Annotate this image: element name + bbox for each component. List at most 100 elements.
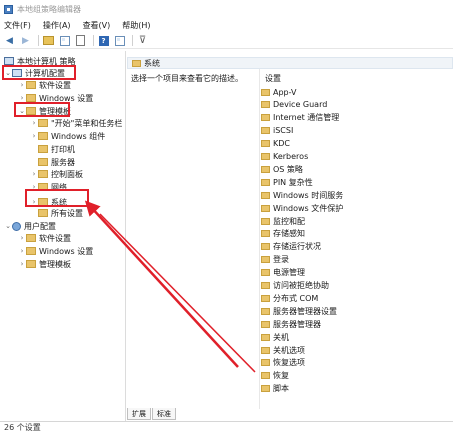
setting-folder-item[interactable]: OS 策略 (261, 163, 303, 175)
expand-icon[interactable]: › (30, 119, 38, 127)
tree-printers[interactable]: 打印机 (38, 143, 75, 155)
setting-folder-item[interactable]: Kerberos (261, 151, 308, 163)
setting-label: PIN 复杂性 (273, 177, 313, 187)
folder-icon (261, 372, 270, 380)
arrow-right-icon[interactable]: ▶ (19, 34, 32, 47)
setting-folder-item[interactable]: 恢复 (261, 370, 289, 382)
expand-icon[interactable]: › (18, 94, 26, 102)
setting-folder-item[interactable]: 关机 (261, 331, 289, 343)
highlight-computer-config (2, 65, 76, 80)
status-bar: 26 个设置 (0, 421, 453, 433)
setting-label: 电源管理 (273, 268, 305, 278)
menu-file[interactable]: 文件(F) (4, 20, 31, 31)
title-bar: 本地组策略编辑器 (0, 0, 453, 18)
setting-label: KDC (273, 139, 290, 149)
setting-folder-item[interactable]: 存储运行状况 (261, 241, 321, 253)
folder-icon (261, 333, 270, 341)
setting-label: iSCSI (273, 126, 294, 136)
setting-folder-item[interactable]: PIN 复杂性 (261, 176, 313, 188)
setting-folder-item[interactable]: App-V (261, 86, 297, 98)
setting-folder-item[interactable]: Device Guard (261, 99, 327, 111)
window-title: 本地组策略编辑器 (17, 4, 81, 14)
user-icon (12, 221, 21, 231)
setting-label: 恢复选项 (273, 358, 305, 368)
setting-folder-item[interactable]: 访问被拒绝协助 (261, 280, 329, 292)
setting-folder-item[interactable]: iSCSI (261, 125, 293, 137)
highlight-admin-templates (14, 102, 70, 117)
tab-standard[interactable]: 标准 (152, 408, 176, 420)
setting-label: Internet 通信管理 (273, 113, 340, 123)
collapse-icon[interactable]: ⌄ (4, 222, 12, 230)
tree-start-menu[interactable]: › "开始"菜单和任务栏 (30, 117, 123, 129)
setting-folder-item[interactable]: Windows 文件保护 (261, 202, 343, 214)
tree-user-config[interactable]: ⌄ 用户配置 (4, 220, 56, 232)
setting-folder-item[interactable]: 登录 (261, 254, 289, 266)
tree-user-windows[interactable]: › Windows 设置 (18, 245, 94, 257)
setting-label: 脚本 (273, 384, 289, 394)
setting-label: 访问被拒绝协助 (273, 281, 329, 290)
folder-icon (261, 385, 270, 393)
tree-user-admin[interactable]: › 管理模板 (18, 258, 71, 270)
setting-folder-item[interactable]: 服务器管理器设置 (261, 305, 337, 317)
setting-folder-item[interactable]: Internet 通信管理 (261, 112, 339, 124)
setting-label: 关机 (273, 332, 289, 342)
tree-windows-components[interactable]: › Windows 组件 (30, 130, 106, 142)
setting-folder-item[interactable]: Windows 时间服务 (261, 189, 343, 201)
filter-icon[interactable]: ⊽ (136, 34, 149, 47)
settings-column-header[interactable]: 设置 (265, 73, 281, 84)
setting-label: App-V (273, 87, 297, 97)
tree-software-settings[interactable]: › 软件设置 (18, 79, 71, 91)
description-text: 选择一个项目来查看它的描述。 (131, 74, 243, 83)
menu-action[interactable]: 操作(A) (43, 20, 71, 31)
expand-icon[interactable]: › (18, 260, 26, 268)
tree-user-software[interactable]: › 软件设置 (18, 232, 71, 244)
folder-icon (261, 140, 270, 148)
expand-icon[interactable]: › (18, 234, 26, 242)
setting-folder-item[interactable]: 关机选项 (261, 344, 305, 356)
setting-label: Windows 时间服务 (273, 190, 344, 200)
setting-label: 关机选项 (273, 345, 305, 355)
setting-folder-item[interactable]: 存储感知 (261, 228, 305, 240)
expand-icon[interactable]: › (18, 247, 26, 255)
help-icon[interactable]: ? (97, 34, 110, 47)
folder-icon (261, 294, 270, 302)
folder-icon (261, 243, 270, 251)
folder-icon (261, 230, 270, 238)
folder-icon (261, 127, 270, 135)
toolbar-separator (93, 35, 94, 46)
folder-icon (261, 307, 270, 315)
setting-label: OS 策略 (273, 164, 303, 174)
properties-icon[interactable] (113, 34, 126, 47)
tree-control-panel[interactable]: › 控制面板 (30, 168, 83, 180)
setting-label: Kerberos (273, 152, 309, 161)
setting-folder-item[interactable]: 脚本 (261, 383, 289, 395)
folder-icon (38, 158, 48, 166)
setting-folder-item[interactable]: 分布式 COM (261, 292, 318, 304)
highlight-system (25, 189, 89, 207)
menu-help[interactable]: 帮助(H) (122, 20, 150, 31)
view-tabs: 扩展 标准 (127, 408, 177, 420)
setting-folder-item[interactable]: 恢复选项 (261, 357, 305, 369)
expand-icon[interactable]: › (30, 170, 38, 178)
computer-icon (4, 57, 14, 65)
arrow-left-icon[interactable]: ◀ (3, 34, 16, 47)
expand-icon[interactable]: › (30, 132, 38, 140)
up-folder-icon[interactable] (42, 34, 55, 47)
setting-folder-item[interactable]: KDC (261, 138, 290, 150)
show-hide-tree-icon[interactable] (58, 34, 71, 47)
setting-label: 存储运行状况 (273, 242, 321, 252)
setting-folder-item[interactable]: 监控和配 (261, 215, 305, 227)
menu-view[interactable]: 查看(V) (83, 20, 111, 31)
folder-icon (261, 101, 270, 109)
setting-label: 服务器管理器设置 (273, 306, 337, 316)
expand-icon[interactable]: › (18, 81, 26, 89)
folder-icon (26, 81, 36, 89)
toolbar-separator (132, 35, 133, 46)
tab-extended[interactable]: 扩展 (127, 408, 151, 420)
tree-all-settings[interactable]: 所有设置 (38, 207, 83, 219)
folder-icon (26, 234, 36, 242)
export-list-icon[interactable] (74, 34, 87, 47)
tree-server[interactable]: 服务器 (38, 156, 75, 168)
setting-folder-item[interactable]: 电源管理 (261, 267, 305, 279)
setting-folder-item[interactable]: 服务器管理器 (261, 318, 321, 330)
